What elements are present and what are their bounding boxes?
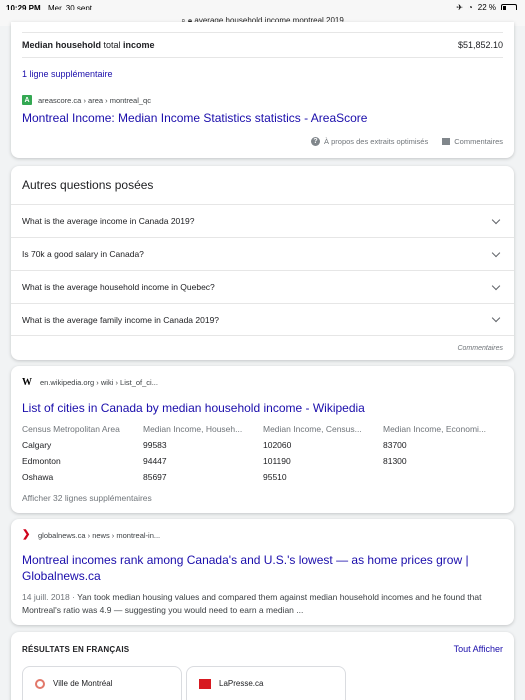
french-results-card: RÉSULTATS EN FRANÇAIS Tout Afficher Vill… — [11, 632, 514, 700]
tile-label: Ville de Montréal — [53, 679, 113, 688]
snippet-footer: ? À propos des extraits optimisés Comment… — [311, 137, 503, 146]
globalnews-icon: ❯ — [22, 529, 31, 540]
french-results-heading: RÉSULTATS EN FRANÇAIS — [22, 645, 130, 654]
snippet-date: 14 juill. 2018 · — [22, 592, 78, 602]
featured-snippet-card: Median household total income $51,852.10… — [11, 22, 514, 158]
table-cell: 83700 — [383, 440, 407, 450]
result-title-link[interactable]: Montreal incomes rank among Canada's and… — [22, 552, 504, 584]
table-header-row: Census Metropolitan Area Median Income, … — [22, 421, 493, 437]
french-result-tile[interactable]: LaPresse.ca — [186, 666, 346, 700]
globalnews-result-card: ❯ globalnews.ca › news › montreal-in... … — [11, 519, 514, 625]
table-cell: 101190 — [263, 456, 291, 466]
table-row: Edmonton 94447 101190 81300 — [22, 453, 493, 469]
paa-question[interactable]: Is 70k a good salary in Canada? — [11, 237, 514, 270]
tile-label: LaPresse.ca — [219, 679, 264, 688]
result-title-link[interactable]: Montreal Income: Median Income Statistic… — [22, 111, 367, 125]
column-header: Median Income, Census... — [263, 424, 362, 434]
chevron-down-icon — [491, 281, 501, 290]
paa-feedback-link[interactable]: Commentaires — [457, 345, 503, 352]
paa-heading: Autres questions posées — [22, 178, 154, 192]
paa-question[interactable]: What is the average household income in … — [11, 270, 514, 303]
table-row: Oshawa 85697 95510 — [22, 469, 493, 485]
french-result-tile[interactable]: Ville de Montréal — [22, 666, 182, 700]
snippet-row: Median household total income $51,852.10 — [22, 32, 503, 58]
table-cell: 85697 — [143, 472, 167, 482]
table-cell: 81300 — [383, 456, 407, 466]
snippet-row-label: Median household total income — [22, 40, 155, 50]
table-cell: Calgary — [22, 440, 52, 450]
chevron-down-icon — [491, 248, 501, 257]
source-breadcrumb: en.wikipedia.org › wiki › List_of_ci... — [40, 378, 158, 387]
see-all-link[interactable]: Tout Afficher — [454, 644, 503, 654]
source-breadcrumb: areascore.ca › area › montreal_qc — [38, 95, 151, 105]
table-row: Calgary 99583 102060 83700 — [22, 437, 493, 453]
column-header: Median Income, Economi... — [383, 424, 486, 434]
paa-question[interactable]: What is the average family income in Can… — [11, 303, 514, 336]
table-cell: Edmonton — [22, 456, 61, 466]
feedback-link[interactable]: Commentaires — [442, 137, 503, 146]
result-source[interactable]: W en.wikipedia.org › wiki › List_of_ci..… — [22, 377, 158, 388]
table-cell: 94447 — [143, 456, 167, 466]
wikipedia-icon: W — [22, 377, 32, 388]
montreal-logo-icon — [35, 679, 45, 689]
source-breadcrumb: globalnews.ca › news › montreal-in... — [38, 530, 161, 540]
areascore-favicon: A — [22, 95, 32, 105]
paa-question[interactable]: What is the average income in Canada 201… — [11, 204, 514, 237]
column-header: Median Income, Househ... — [143, 424, 243, 434]
wikipedia-result-card: W en.wikipedia.org › wiki › List_of_ci..… — [11, 366, 514, 513]
table-cell: 102060 — [263, 440, 292, 450]
about-snippets-link[interactable]: ? À propos des extraits optimisés — [311, 137, 428, 146]
table-cell: Oshawa — [22, 472, 54, 482]
result-title-link[interactable]: List of cities in Canada by median house… — [22, 401, 365, 415]
column-header: Census Metropolitan Area — [22, 424, 120, 434]
help-icon: ? — [311, 137, 321, 146]
snippet-row-value: $51,852.10 — [457, 40, 503, 50]
more-rows-link[interactable]: 1 ligne supplémentaire — [22, 69, 113, 79]
wiki-table: Census Metropolitan Area Median Income, … — [22, 421, 493, 485]
table-cell: 95510 — [263, 472, 287, 482]
feedback-icon — [442, 138, 451, 145]
table-cell — [383, 469, 493, 485]
more-rows-link[interactable]: Afficher 32 lignes supplémentaires — [22, 493, 152, 503]
chevron-down-icon — [491, 313, 501, 323]
lapresse-logo-icon — [199, 679, 211, 689]
people-also-ask-card: Autres questions posées What is the aver… — [11, 166, 514, 360]
result-source[interactable]: ❯ globalnews.ca › news › montreal-in... — [22, 530, 160, 540]
result-snippet: 14 juill. 2018 · Yan took median housing… — [22, 591, 504, 617]
chevron-down-icon — [491, 215, 501, 224]
table-cell: 99583 — [143, 440, 167, 450]
snippet-text: Yan took median housing values and compa… — [22, 592, 482, 615]
result-source[interactable]: A areascore.ca › area › montreal_qc — [22, 95, 151, 105]
